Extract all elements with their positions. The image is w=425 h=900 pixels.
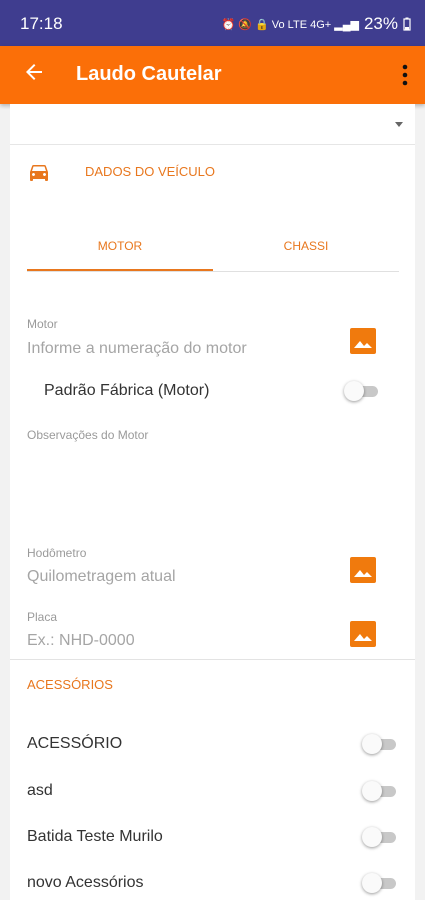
accessory-switch[interactable] (362, 733, 400, 755)
odometer-input[interactable]: Quilometragem atual (27, 568, 176, 586)
tab-motor[interactable]: MOTOR (27, 229, 213, 271)
odometer-label: Hodômetro (27, 546, 87, 560)
tab-chassi[interactable]: CHASSI (213, 229, 399, 271)
motor-label: Motor (27, 317, 58, 331)
plate-image-icon[interactable] (350, 621, 376, 647)
factory-standard-switch[interactable] (344, 380, 382, 402)
switch-knob (344, 381, 364, 401)
battery-icon (403, 17, 411, 31)
accessory-label: Batida Teste Murilo (27, 828, 163, 845)
accessory-switch[interactable] (362, 780, 400, 802)
form-card: DADOS DO VEÍCULO MOTOR CHASSI Motor Info… (10, 104, 415, 900)
motor-notes-label: Observações do Motor (27, 428, 149, 442)
back-arrow-icon[interactable] (22, 60, 46, 84)
battery-level: 23% (363, 14, 398, 33)
status-time: 17:18 (20, 14, 63, 33)
switch-knob (362, 873, 382, 893)
accessory-label: novo Acessórios (27, 874, 144, 891)
switch-knob (362, 734, 382, 754)
switch-knob (362, 827, 382, 847)
more-vert-icon[interactable] (401, 63, 409, 87)
accessory-label: ACESSÓRIO (27, 735, 123, 752)
accessories-title: ACESSÓRIOS (27, 677, 113, 692)
accessory-switch[interactable] (362, 826, 400, 848)
accessory-label: asd (27, 782, 53, 799)
vehicle-section-title: DADOS DO VEÍCULO (85, 164, 216, 179)
tab-bar: MOTOR CHASSI (27, 229, 399, 272)
divider (10, 659, 415, 660)
dropdown-arrow-icon (395, 122, 403, 127)
plate-label: Placa (27, 610, 58, 624)
page-title: Laudo Cautelar (76, 63, 222, 85)
app-bar: Laudo Cautelar (0, 46, 425, 104)
motor-notes-field[interactable] (27, 446, 399, 536)
status-indicators-text: ⏰ 🔕 🔒 Vo LTE 4G+ ▂▄▆ (221, 18, 359, 31)
accessory-switch[interactable] (362, 872, 400, 894)
plate-input[interactable]: Ex.: NHD-0000 (27, 632, 135, 650)
factory-standard-label: Padrão Fábrica (Motor) (44, 382, 210, 399)
odometer-image-icon[interactable] (350, 557, 376, 583)
status-indicators: ⏰ 🔕 🔒 Vo LTE 4G+ ▂▄▆ 23% (222, 14, 411, 34)
vehicle-section-header: DADOS DO VEÍCULO (10, 144, 415, 204)
car-icon (30, 165, 48, 181)
vehicle-dropdown[interactable] (10, 104, 415, 145)
switch-knob (362, 781, 382, 801)
motor-input[interactable]: Informe a numeração do motor (27, 340, 247, 358)
status-bar: 17:18 ⏰ 🔕 🔒 Vo LTE 4G+ ▂▄▆ 23% (0, 0, 425, 46)
motor-image-icon[interactable] (350, 328, 376, 354)
